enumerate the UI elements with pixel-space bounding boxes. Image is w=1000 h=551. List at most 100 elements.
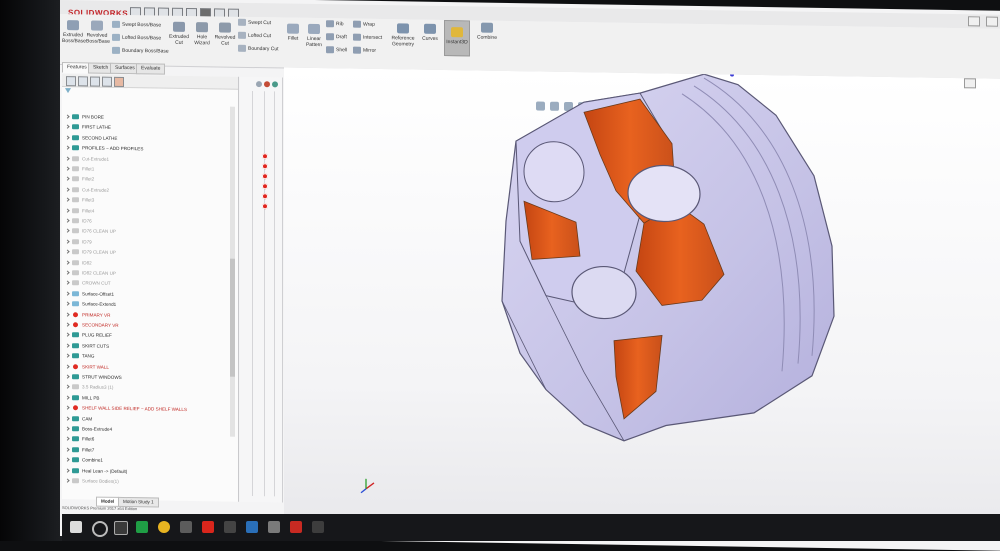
app-icon[interactable]: [246, 521, 258, 533]
boundary-boss-button[interactable]: Boundary Boss/Base: [112, 46, 169, 55]
error-dot[interactable]: [262, 163, 268, 170]
expand-arrow-icon[interactable]: [65, 332, 70, 338]
combine-button[interactable]: Combine: [474, 22, 500, 41]
app-icon[interactable]: [180, 521, 192, 533]
expand-arrow-icon[interactable]: [65, 135, 70, 140]
lofted-boss-button[interactable]: Lofted Boss/Base: [112, 33, 161, 42]
expand-arrow-icon[interactable]: [65, 239, 70, 244]
excel-icon[interactable]: [136, 521, 148, 533]
pin-bore[interactable]: [571, 265, 637, 320]
expand-arrow-icon[interactable]: [65, 208, 70, 213]
filter-icon[interactable]: [65, 88, 71, 94]
crown-pocket[interactable]: [523, 141, 585, 203]
acrobat-icon[interactable]: [202, 521, 214, 533]
revolved-cut-button[interactable]: Revolved Cut: [214, 22, 236, 47]
swept-cut-button[interactable]: Swept Cut: [238, 18, 271, 27]
expand-arrow-icon[interactable]: [65, 416, 70, 421]
chrome-icon[interactable]: [158, 521, 170, 533]
expand-arrow-icon[interactable]: [65, 124, 70, 130]
curves-button[interactable]: Curves: [420, 23, 440, 42]
scrollbar-thumb[interactable]: [230, 258, 235, 377]
draft-button[interactable]: Draft: [326, 33, 347, 40]
error-dot[interactable]: [262, 183, 268, 190]
instant3d-button[interactable]: Instant3D: [444, 20, 470, 57]
error-dot[interactable]: [262, 193, 268, 200]
expand-arrow-icon[interactable]: [65, 260, 70, 265]
mirror-button[interactable]: Mirror: [353, 46, 376, 54]
fillet-button[interactable]: Fillet: [284, 23, 302, 42]
display-manager-icon[interactable]: [114, 76, 124, 88]
graphics-viewport[interactable]: [284, 67, 1000, 530]
shell-button[interactable]: Shell: [326, 46, 347, 53]
app-icon[interactable]: [312, 521, 324, 533]
appearance-icon[interactable]: [264, 81, 270, 88]
expand-arrow-icon[interactable]: [65, 249, 70, 254]
expand-arrow-icon[interactable]: [65, 156, 70, 161]
expand-arrow-icon[interactable]: [65, 353, 70, 358]
extruded-cut-button[interactable]: Extruded Cut: [168, 21, 190, 46]
expand-arrow-icon[interactable]: [65, 166, 70, 171]
error-dot[interactable]: [262, 173, 268, 180]
expand-arrow-icon[interactable]: [65, 114, 70, 119]
windows-start-icon[interactable]: [70, 521, 82, 533]
expand-arrow-icon[interactable]: [65, 270, 70, 275]
expand-arrow-icon[interactable]: [65, 312, 70, 317]
wrap-button[interactable]: Wrap: [353, 20, 375, 28]
boundary-cut-button[interactable]: Boundary Cut: [238, 44, 279, 53]
expand-arrow-icon[interactable]: [65, 364, 70, 369]
minimize-button[interactable]: [968, 16, 980, 27]
expand-arrow-icon[interactable]: [65, 478, 70, 483]
fillet-icon: [287, 23, 299, 34]
tree-scrollbar[interactable]: [230, 106, 235, 437]
scene-icon[interactable]: [272, 81, 278, 88]
dimxpert-icon[interactable]: [102, 76, 112, 87]
expand-arrow-icon[interactable]: [65, 405, 70, 410]
linear-pattern-button[interactable]: Linear Pattern: [304, 23, 324, 48]
rib-button[interactable]: Rib: [326, 20, 344, 28]
cortana-icon[interactable]: [92, 521, 108, 537]
feature-icon: [72, 124, 79, 130]
extruded-boss-button[interactable]: Extruded Boss/Base: [62, 20, 86, 44]
reference-geometry-button[interactable]: Reference Geometry: [388, 23, 418, 48]
expand-arrow-icon[interactable]: [65, 145, 70, 150]
expand-arrow-icon[interactable]: [65, 280, 70, 286]
app-icon[interactable]: [224, 521, 236, 533]
swept-boss-button[interactable]: Swept Boss/Base: [112, 20, 161, 29]
expand-arrow-icon[interactable]: [65, 187, 70, 192]
expand-arrow-icon[interactable]: [65, 374, 70, 379]
task-view-icon[interactable]: [114, 521, 128, 535]
expand-arrow-icon[interactable]: [65, 228, 70, 234]
property-manager-icon[interactable]: [78, 76, 88, 87]
expand-arrow-icon[interactable]: [65, 447, 70, 452]
expand-arrow-icon[interactable]: [65, 197, 70, 202]
error-dot[interactable]: [262, 153, 268, 160]
intersect-button[interactable]: Intersect: [353, 33, 382, 41]
expand-arrow-icon[interactable]: [65, 176, 70, 182]
expand-arrow-icon[interactable]: [65, 384, 70, 390]
lofted-cut-button[interactable]: Lofted Cut: [238, 31, 271, 40]
expand-arrow-icon[interactable]: [65, 322, 70, 327]
hole-wizard-button[interactable]: Hole Wizard: [191, 22, 213, 46]
expand-arrow-icon[interactable]: [65, 218, 70, 223]
feature-icon: [72, 186, 79, 193]
tab-evaluate[interactable]: Evaluate: [136, 63, 166, 75]
expand-arrow-icon[interactable]: [65, 457, 70, 462]
error-dot[interactable]: [262, 203, 268, 210]
app-icon[interactable]: [268, 521, 280, 533]
expand-arrow-icon[interactable]: [65, 468, 70, 473]
expand-arrow-icon[interactable]: [65, 343, 70, 348]
revolved-boss-button[interactable]: Revolved Boss/Base: [86, 20, 110, 45]
solidworks-taskbar-icon[interactable]: [290, 521, 302, 533]
configuration-manager-icon[interactable]: [90, 76, 100, 87]
collapse-icon[interactable]: [256, 81, 262, 88]
feature-manager-icon[interactable]: [66, 76, 76, 87]
expand-arrow-icon[interactable]: [65, 395, 70, 400]
expand-arrow-icon[interactable]: [65, 426, 70, 431]
piston-model[interactable]: [284, 68, 1000, 530]
expand-arrow-icon[interactable]: [65, 301, 70, 306]
expand-arrow-icon[interactable]: [65, 436, 70, 442]
expand-arrow-icon[interactable]: [65, 291, 70, 296]
pin-bore[interactable]: [627, 164, 701, 223]
restore-button[interactable]: [986, 16, 998, 27]
viewport-restore-button[interactable]: [964, 78, 976, 89]
